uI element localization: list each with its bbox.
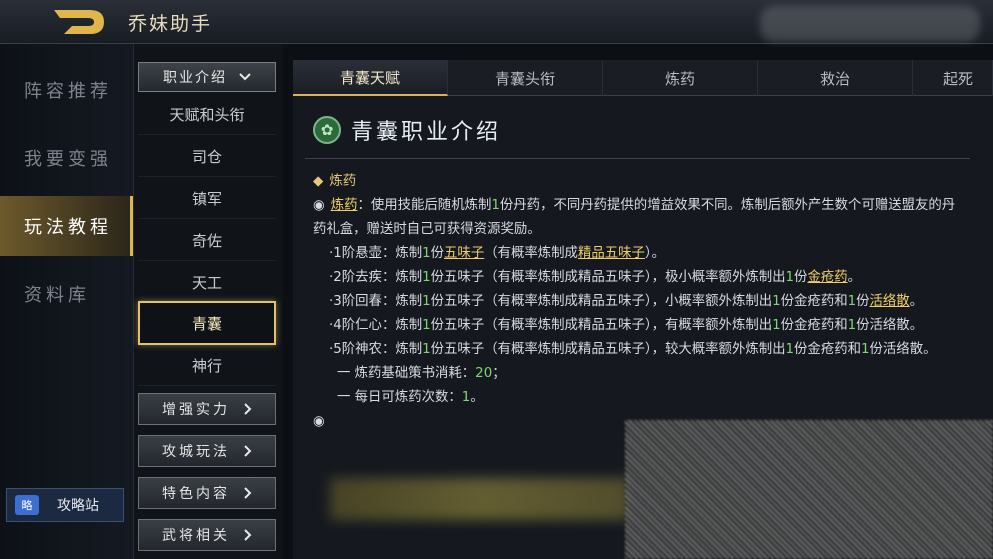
nav-item-get-stronger[interactable]: 我要变强 [0, 128, 133, 188]
main-nav: 阵容推荐 我要变强 玩法教程 资料库 [0, 44, 133, 559]
tier-1: ·1阶悬壶：炼制1份五味子（有概率炼制成精品五味子）。 [329, 246, 665, 261]
sub-item-qizuo[interactable]: 奇佐 [138, 221, 276, 261]
chevron-right-icon [244, 529, 252, 541]
strategy-site-label: 攻略站 [57, 498, 99, 514]
divider [305, 158, 970, 159]
tab-alchemy[interactable]: 炼药 [603, 60, 758, 96]
chevron-right-icon [244, 403, 252, 415]
description-body: ◆ 炼药 ◉ 炼药：使用技能后随机炼制1份丹药，不同丹药提供的增益效果不同。炼制后额… [313, 170, 968, 434]
tab-revive[interactable]: 起死 [913, 60, 993, 96]
section-features[interactable]: 特色内容 [138, 477, 276, 509]
section-label: 攻城玩法 [162, 444, 230, 460]
section-strengthen[interactable]: 增强实力 [138, 393, 276, 425]
chevron-right-icon [244, 445, 252, 457]
term-link[interactable]: 炼药 [331, 198, 358, 213]
chevron-right-icon [244, 487, 252, 499]
section-label: 特色内容 [162, 486, 230, 502]
app-logo-icon [54, 10, 104, 34]
sub-item-sicang[interactable]: 司仓 [138, 137, 276, 177]
noise-overlay [625, 420, 993, 559]
section-label: 增强实力 [162, 402, 230, 418]
strategy-site-button[interactable]: 略 攻略站 [6, 488, 124, 522]
nav-item-lineup[interactable]: 阵容推荐 [0, 60, 133, 120]
tier-4: ·4阶仁心：炼制1份五味子（有概率炼制成精品五味子），有概率额外炼制出1份金疮药… [329, 318, 924, 333]
tier-3: ·3阶回春：炼制1份五味子（有概率炼制成精品五味子），小概率额外炼制出1份金疮药… [329, 294, 924, 309]
tab-bar: 青囊天赋 青囊头衔 炼药 救治 起死 [293, 60, 993, 96]
tab-title[interactable]: 青囊头衔 [448, 60, 603, 96]
tier-5: ·5阶神农：炼制1份五味子（有概率炼制成精品五味子），较大概率额外炼制出1份金疮… [329, 342, 937, 357]
app-title: 乔妹助手 [128, 13, 213, 35]
daily-line: 一 每日可炼药次数：1。 [337, 390, 484, 405]
intro-paragraph: ◉ 炼药：使用技能后随机炼制1份丹药，不同丹药提供的增益效果不同。炼制后额外产生数… [313, 198, 956, 237]
sub-item-shenxing[interactable]: 神行 [138, 346, 276, 386]
sub-item-zhenjun[interactable]: 镇军 [138, 179, 276, 219]
section-label: 武将相关 [162, 528, 230, 544]
cost-line: 一 炼药基础策书消耗：20； [337, 366, 506, 381]
top-bar: 乔妹助手 [0, 0, 993, 44]
sub-item-tiangong[interactable]: 天工 [138, 263, 276, 303]
jinchuangyao-link[interactable]: 金疮药 [807, 270, 847, 285]
tab-heal[interactable]: 救治 [758, 60, 913, 96]
nav-item-database[interactable]: 资料库 [0, 264, 133, 324]
huoluosan-link[interactable]: 活络散 [870, 294, 910, 309]
tab-talent[interactable]: 青囊天赋 [293, 60, 448, 96]
page-title: 青囊职业介绍 [351, 120, 502, 145]
tier-2: ·2阶去疾：炼制1份五味子（有概率炼制成精品五味子），极小概率额外炼制出1份金疮… [329, 270, 861, 285]
section-heading: ◆ 炼药 [313, 174, 357, 189]
section-generals[interactable]: 武将相关 [138, 519, 276, 551]
nav-item-tutorial[interactable]: 玩法教程 [0, 196, 133, 256]
sub-item-talent[interactable]: 天赋和头衔 [138, 95, 276, 135]
chevron-down-icon [239, 73, 251, 81]
lotus-icon: ✿ [313, 116, 341, 144]
redacted-area [330, 478, 630, 520]
redacted-area [760, 6, 980, 42]
sub-item-qingnang[interactable]: 青囊 [138, 301, 276, 345]
title-row: ✿ 青囊职业介绍 [313, 114, 501, 146]
sub-menu: 职业介绍 天赋和头衔 司仓 镇军 奇佐 天工 青囊 神行 增强实力 攻城玩法 特… [133, 44, 283, 559]
profession-dropdown-label: 职业介绍 [163, 70, 227, 86]
section-siege[interactable]: 攻城玩法 [138, 435, 276, 467]
profession-dropdown[interactable]: 职业介绍 [138, 62, 276, 92]
strategy-icon: 略 [15, 495, 39, 515]
wuweizi-link[interactable]: 五味子 [444, 246, 484, 261]
premium-wuweizi-link[interactable]: 精品五味子 [578, 246, 645, 261]
